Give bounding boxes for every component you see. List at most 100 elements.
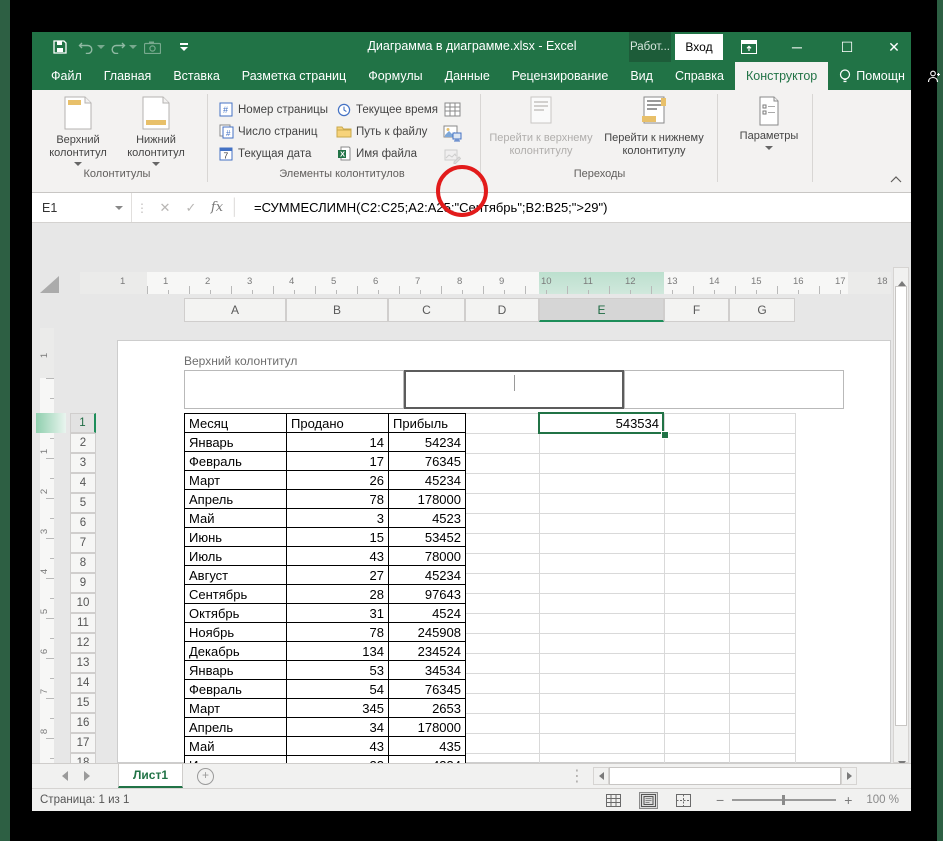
camera-icon[interactable] [144, 37, 161, 57]
row-header-4[interactable]: 4 [70, 473, 96, 493]
hscroll-right-icon[interactable] [841, 767, 857, 785]
fill-handle[interactable] [661, 431, 669, 439]
redo-button[interactable] [110, 37, 137, 57]
vertical-scrollbar[interactable] [893, 267, 909, 763]
hscroll-left-icon[interactable] [593, 767, 609, 785]
tab-вид[interactable]: Вид [619, 62, 664, 90]
cell[interactable]: 97643 [389, 585, 466, 604]
column-header-D[interactable]: D [465, 298, 539, 322]
cell[interactable]: Январь [185, 433, 287, 452]
sheet-name-button[interactable] [440, 98, 464, 120]
tab-файл[interactable]: Файл [40, 62, 93, 90]
cell[interactable]: Февраль [185, 452, 287, 471]
file-path-button[interactable]: Путь к файлу [335, 121, 427, 142]
column-header-B[interactable]: B [286, 298, 388, 322]
namebox-caret-icon[interactable] [115, 206, 123, 210]
cell[interactable]: Март [185, 699, 287, 718]
row-header-3[interactable]: 3 [70, 453, 96, 473]
column-header-E[interactable]: E [539, 298, 664, 322]
cell[interactable]: 245908 [389, 623, 466, 642]
cell[interactable]: 43 [287, 547, 389, 566]
page-count-button[interactable]: # Число страниц [217, 121, 317, 142]
cell[interactable]: 78 [287, 623, 389, 642]
row-header-5[interactable]: 5 [70, 493, 96, 513]
column-header-A[interactable]: A [184, 298, 286, 322]
vertical-scroll-thumb[interactable] [895, 286, 907, 726]
cell[interactable]: 14 [287, 433, 389, 452]
name-box[interactable]: E1 [32, 193, 132, 222]
sheet-nav-right-icon[interactable] [84, 771, 90, 781]
cell[interactable]: 78 [287, 490, 389, 509]
cell[interactable]: 134 [287, 642, 389, 661]
tab-данные[interactable]: Данные [434, 62, 501, 90]
cell[interactable]: 76345 [389, 680, 466, 699]
cell[interactable]: Июль [185, 547, 287, 566]
cell[interactable]: Апрель [185, 490, 287, 509]
row-header-2[interactable]: 2 [70, 433, 96, 453]
cell[interactable]: 178000 [389, 490, 466, 509]
tab-разметка-страниц[interactable]: Разметка страниц [231, 62, 357, 90]
header-section-left[interactable] [184, 370, 404, 409]
cell[interactable]: 76345 [389, 452, 466, 471]
cell[interactable]: 2653 [389, 699, 466, 718]
selected-cell-E1[interactable]: 543534 [538, 412, 664, 434]
cell[interactable]: Январь [185, 661, 287, 680]
cell[interactable]: Июнь [185, 528, 287, 547]
sheet-nav-left-icon[interactable] [62, 771, 68, 781]
tab-вставка[interactable]: Вставка [162, 62, 230, 90]
cell[interactable]: Февраль [185, 680, 287, 699]
zoom-out-button[interactable]: − [716, 792, 724, 808]
cell[interactable]: 17 [287, 452, 389, 471]
sheet-tab-list1[interactable]: Лист1 [118, 764, 183, 788]
tab-рецензирование[interactable]: Рецензирование [501, 62, 620, 90]
zoom-slider-knob[interactable] [782, 795, 785, 805]
header-section-right[interactable] [624, 370, 844, 409]
cell[interactable]: 53452 [389, 528, 466, 547]
cell[interactable]: 27 [287, 566, 389, 585]
cell[interactable]: 31 [287, 604, 389, 623]
cell[interactable]: Сентябрь [185, 585, 287, 604]
cell[interactable]: 34534 [389, 661, 466, 680]
row-header-17[interactable]: 17 [70, 733, 96, 753]
column-header-C[interactable]: C [388, 298, 465, 322]
undo-button[interactable] [78, 37, 105, 57]
file-name-button[interactable]: X Имя файла [335, 143, 417, 164]
column-header-G[interactable]: G [729, 298, 795, 322]
normal-view-icon[interactable] [606, 794, 621, 807]
data-table[interactable]: МесяцПроданоПрибыльЯнварь1454234Февраль1… [184, 413, 466, 763]
header-button[interactable]: Верхний колонтитул [42, 96, 114, 166]
cell[interactable]: 43 [287, 737, 389, 756]
row-header-11[interactable]: 11 [70, 613, 96, 633]
tab-формулы[interactable]: Формулы [357, 62, 433, 90]
cell[interactable]: Октябрь [185, 604, 287, 623]
cell[interactable]: Продано [287, 414, 389, 433]
minimize-button[interactable]: ─ [780, 32, 814, 62]
cell[interactable]: 4524 [389, 604, 466, 623]
row-header-15[interactable]: 15 [70, 693, 96, 713]
scroll-down-icon[interactable] [898, 753, 906, 763]
goto-footer-button[interactable]: Перейти к нижнему колонтитулу [598, 96, 710, 166]
cell[interactable]: 15 [287, 528, 389, 547]
enter-formula-icon[interactable]: ✓ [178, 200, 204, 216]
maximize-button[interactable]: ☐ [830, 32, 864, 62]
cell[interactable]: Май [185, 737, 287, 756]
column-header-F[interactable]: F [664, 298, 729, 322]
formula-input[interactable]: =СУММЕСЛИМН(C2:C25;A2:A25;"Сентябрь";B2:… [254, 200, 607, 215]
row-header-12[interactable]: 12 [70, 633, 96, 653]
picture-button[interactable] [440, 122, 464, 144]
cell[interactable]: 78000 [389, 547, 466, 566]
tab-поделиться[interactable]: Поделиться [916, 62, 943, 90]
account-button[interactable]: Работ... [629, 32, 671, 62]
qat-customize-button[interactable] [180, 37, 188, 57]
ribbon-display-options-icon[interactable] [732, 32, 766, 62]
signin-button[interactable]: Вход [675, 34, 723, 60]
horizontal-scroll-thumb[interactable] [609, 767, 841, 785]
cell[interactable]: Июнь [185, 756, 287, 764]
add-sheet-button[interactable]: + [197, 768, 214, 785]
cell[interactable]: 345 [287, 699, 389, 718]
row-header-8[interactable]: 8 [70, 553, 96, 573]
cell[interactable]: Август [185, 566, 287, 585]
cell[interactable]: Месяц [185, 414, 287, 433]
tab-конструктор[interactable]: Конструктор [735, 62, 828, 90]
row-header-7[interactable]: 7 [70, 533, 96, 553]
